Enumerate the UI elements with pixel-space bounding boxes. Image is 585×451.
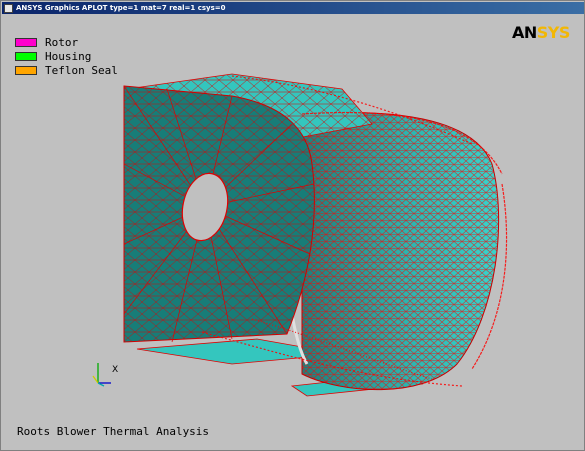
- legend-swatch-rotor: [15, 37, 37, 47]
- legend-item-housing: Housing: [15, 49, 118, 63]
- app-icon: [4, 3, 13, 13]
- legend-swatch-housing: [15, 51, 37, 61]
- logo-an: AN: [512, 23, 537, 42]
- logo-sys: SYS: [536, 23, 571, 42]
- triad-x-label: X: [112, 365, 119, 375]
- ansys-graphics-window: ANSYS Graphics APLOT type=1 mat=7 real=1…: [0, 0, 585, 451]
- legend-swatch-teflon-seal: [15, 65, 37, 75]
- coordinate-triad-icon: [92, 363, 111, 387]
- housing-cylinder-mesh: [302, 112, 499, 390]
- title-bar[interactable]: ANSYS Graphics APLOT type=1 mat=7 real=1…: [2, 2, 584, 14]
- legend-label: Teflon Seal: [45, 63, 118, 77]
- window-title: ANSYS Graphics APLOT type=1 mat=7 real=1…: [16, 4, 226, 12]
- ansys-logo: ANSYS: [512, 23, 570, 42]
- legend-item-rotor: Rotor: [15, 35, 118, 49]
- legend-label: Rotor: [45, 35, 79, 49]
- material-legend: Rotor Housing Teflon Seal: [15, 35, 118, 77]
- graphics-viewport[interactable]: Rotor Housing Teflon Seal ANSYS X Roots …: [2, 14, 584, 450]
- legend-label: Housing: [45, 49, 92, 63]
- legend-item-teflon-seal: Teflon Seal: [15, 63, 118, 77]
- plot-title: Roots Blower Thermal Analysis: [17, 425, 210, 438]
